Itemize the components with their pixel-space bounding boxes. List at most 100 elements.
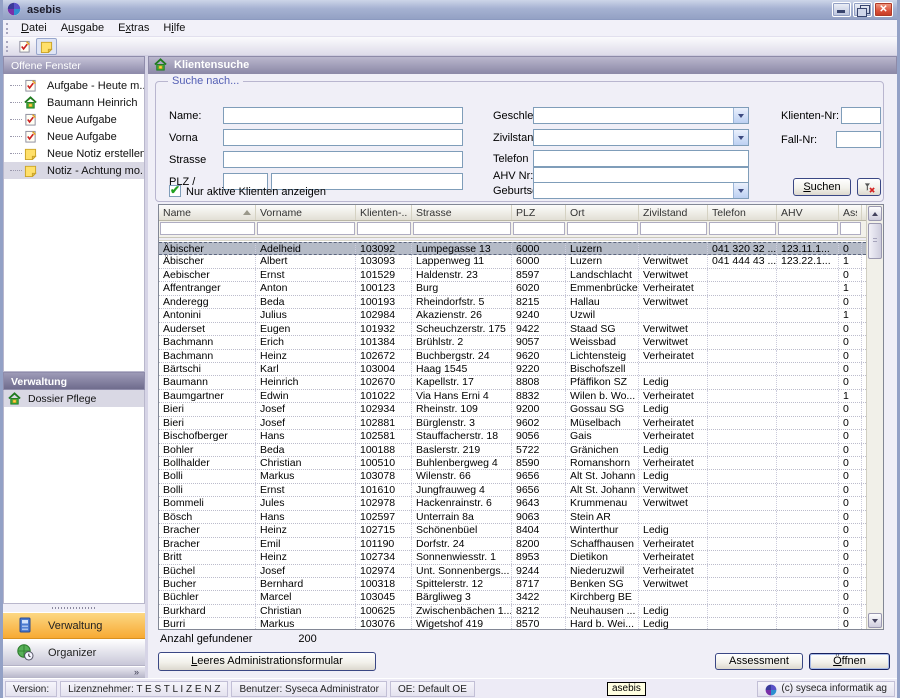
filter-input[interactable] — [413, 222, 511, 235]
table-row[interactable]: BucherBernhard100318Spittelerstr. 128717… — [159, 578, 866, 591]
table-row[interactable]: AntoniniJulius102984Akazienstr. 269240Uz… — [159, 309, 866, 322]
table-row[interactable]: BüchlerMarcel103045Bärgliweg 33422Kirchb… — [159, 591, 866, 604]
menubar-grip[interactable] — [6, 23, 11, 34]
table-row[interactable]: BollhalderChristian100510Buhlenbergweg 4… — [159, 457, 866, 470]
filter-input[interactable] — [160, 222, 255, 235]
vertical-scrollbar[interactable] — [866, 205, 883, 629]
filter-input[interactable] — [567, 222, 638, 235]
table-row[interactable]: BaumgartnerEdwin101022Via Hans Erni 4883… — [159, 390, 866, 403]
table-row[interactable]: ÄbischerAdelheid103092Lumpegasse 136000L… — [159, 242, 866, 255]
table-row[interactable]: BommeliJules102978Hackenrainstr. 69643Kr… — [159, 497, 866, 510]
close-button[interactable] — [874, 2, 893, 17]
table-row[interactable]: AndereggBeda100193Rheindorfstr. 58215Hal… — [159, 296, 866, 309]
menu-item-datei[interactable]: Datei — [14, 21, 54, 35]
new-task-button[interactable] — [14, 38, 35, 55]
column-header-zivilstand[interactable]: Zivilstand — [639, 205, 708, 220]
table-row[interactable]: BischofbergerHans102581Stauffacherstr. 1… — [159, 430, 866, 443]
column-header-ahv[interactable]: AHV — [777, 205, 839, 220]
table-row[interactable]: BieriJosef102881Bürglenstr. 39602Müselba… — [159, 417, 866, 430]
klienten-nr-input[interactable] — [841, 107, 881, 124]
menu-item-hilfe[interactable]: Hilfe — [156, 21, 192, 35]
table-row[interactable]: BracherEmil101190Dorfstr. 248200Schaffha… — [159, 538, 866, 551]
sidebar-splitter[interactable] — [3, 604, 145, 612]
verwaltung-item[interactable]: Dossier Pflege — [4, 390, 144, 407]
assessment-button[interactable]: Assessment — [715, 653, 803, 670]
column-header-ort[interactable]: Ort — [566, 205, 639, 220]
geburtsdatum-select[interactable] — [533, 182, 749, 199]
column-header-ass[interactable]: Ass — [839, 205, 862, 220]
groupbox-label: Suche nach... — [168, 75, 243, 87]
open-button[interactable]: Öffnen — [809, 653, 890, 670]
table-row[interactable]: BöschHans102597Unterrain 8a9063Stein AR0 — [159, 511, 866, 524]
table-row[interactable]: BieriJosef102934Rheinstr. 1099200Gossau … — [159, 403, 866, 416]
open-window-item[interactable]: Aufgabe - Heute m... — [4, 77, 144, 94]
column-header-telefon[interactable]: Telefon — [708, 205, 777, 220]
filter-input[interactable] — [640, 222, 707, 235]
table-row[interactable]: BachmannHeinz102672Buchbergstr. 249620Li… — [159, 350, 866, 363]
nav-button-verwaltung[interactable]: Verwaltung — [3, 612, 145, 639]
chevron-down-icon[interactable] — [733, 108, 748, 123]
geschlecht-select[interactable] — [533, 107, 749, 124]
chevron-down-icon[interactable] — [733, 130, 748, 145]
table-row[interactable]: AebischerErnst101529Haldenstr. 238597Lan… — [159, 269, 866, 282]
column-header-strasse[interactable]: Strasse — [412, 205, 512, 220]
column-header-vorname[interactable]: Vorname — [256, 205, 356, 220]
fall-nr-input[interactable] — [836, 131, 881, 148]
vorname-input[interactable] — [223, 129, 463, 146]
open-window-item[interactable]: Baumann Heinrich — [4, 94, 144, 111]
telefon-input[interactable] — [533, 150, 749, 167]
column-header-name[interactable]: Name — [159, 205, 256, 220]
filter-input[interactable] — [257, 222, 355, 235]
filter-input[interactable] — [778, 222, 838, 235]
table-cell: Jungfrauweg 4 — [412, 484, 512, 496]
open-window-item[interactable]: Neue Notiz erstellen — [4, 145, 144, 162]
table-row[interactable]: AudersetEugen101932Scheuchzerstr. 175942… — [159, 323, 866, 336]
table-row[interactable]: BurriMarkus103076Wigetshof 4198570Hard b… — [159, 618, 866, 629]
filter-input[interactable] — [513, 222, 565, 235]
table-row[interactable]: BohlerBeda100188Baslerstr. 2195722Gränic… — [159, 444, 866, 457]
table-row[interactable]: BrittHeinz102734Sonnenwiesstr. 18953Diet… — [159, 551, 866, 564]
strasse-input[interactable] — [223, 151, 463, 168]
table-row[interactable]: ÄbischerAlbert103093Lappenweg 116000Luze… — [159, 255, 866, 268]
table-row[interactable]: BurkhardChristian100625Zwischenbächen 1.… — [159, 605, 866, 618]
table-row[interactable]: BüchelJosef102974Unt. Sonnenbergs...9244… — [159, 565, 866, 578]
minimize-button[interactable] — [832, 2, 851, 17]
menu-item-ausgabe[interactable]: Ausgabe — [54, 21, 111, 35]
nav-button-organizer[interactable]: Organizer — [3, 639, 145, 666]
table-row[interactable]: AffentrangerAnton100123Burg6020Emmenbrüc… — [159, 282, 866, 295]
table-row[interactable]: BaumannHeinrich102670Kapellstr. 178808Pf… — [159, 376, 866, 389]
open-window-item[interactable]: Neue Aufgabe — [4, 128, 144, 145]
scroll-down-icon[interactable] — [868, 613, 882, 628]
clear-search-button[interactable] — [857, 178, 881, 196]
chevron-icon[interactable]: » — [134, 667, 139, 677]
tree-connector — [10, 102, 22, 103]
search-button[interactable]: Suchen — [793, 178, 851, 196]
active-clients-checkbox[interactable]: ✔ — [169, 185, 181, 197]
chevron-down-icon[interactable] — [733, 183, 748, 198]
open-window-item[interactable]: Neue Aufgabe — [4, 111, 144, 128]
table-row[interactable]: BolliMarkus103078Wilenstr. 669656Alt St.… — [159, 470, 866, 483]
scroll-up-icon[interactable] — [868, 206, 882, 221]
restore-button[interactable] — [853, 2, 872, 17]
filter-input[interactable] — [840, 222, 861, 235]
menu-item-extras[interactable]: Extras — [111, 21, 156, 35]
table-row[interactable]: BracherHeinz102715Schönenbüel8404Wintert… — [159, 524, 866, 537]
toolbar-grip[interactable] — [6, 41, 11, 52]
column-header-klienten[interactable]: Klienten-... — [356, 205, 412, 220]
name-input[interactable] — [223, 107, 463, 124]
filter-input[interactable] — [709, 222, 776, 235]
table-cell: 0 — [839, 578, 862, 590]
table-row[interactable]: BolliErnst101610Jungfrauweg 49656Alt St.… — [159, 484, 866, 497]
zivilstand-select[interactable] — [533, 129, 749, 146]
scrollbar-thumb[interactable] — [868, 223, 882, 259]
nav-overflow-strip[interactable]: » — [3, 666, 145, 678]
table-cell: 0 — [839, 376, 862, 388]
table-cell: Buchbergstr. 24 — [412, 350, 512, 362]
open-window-item[interactable]: Notiz - Achtung mo... — [4, 162, 144, 179]
filter-input[interactable] — [357, 222, 411, 235]
column-header-plz[interactable]: PLZ — [512, 205, 566, 220]
table-row[interactable]: BachmannErich101384Brühlstr. 29057Weissb… — [159, 336, 866, 349]
new-note-button[interactable] — [36, 38, 57, 55]
table-row[interactable]: BärtschiKarl103004Haag 15459220Bischofsz… — [159, 363, 866, 376]
empty-admin-form-button[interactable]: Leeres Administrationsformular — [158, 652, 376, 671]
